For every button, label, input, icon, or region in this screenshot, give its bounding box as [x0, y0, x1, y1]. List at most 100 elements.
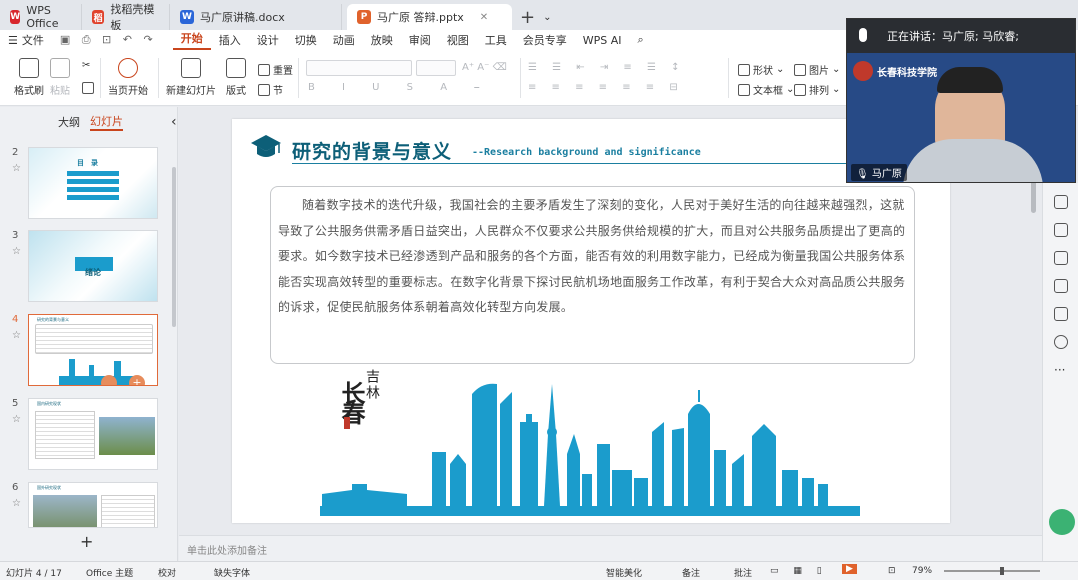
- shape-button[interactable]: 形状 ⌄: [738, 62, 784, 77]
- right-sidebar: ···: [1042, 183, 1078, 561]
- speaking-text: 正在讲话：马广原; 马欣睿;: [887, 30, 1019, 43]
- more-icon[interactable]: ···: [1054, 363, 1065, 377]
- format-painter-button[interactable]: 格式刷: [14, 58, 44, 97]
- menu-slideshow[interactable]: 放映: [363, 32, 401, 48]
- tab-wps-office[interactable]: W WPS Office: [0, 4, 82, 30]
- close-tab-icon[interactable]: ✕: [480, 12, 488, 23]
- menu-home[interactable]: 开始: [172, 30, 211, 50]
- slide-thumbnail-panel: 大纲 幻灯片 ‹ 2 ☆ 目 录 3 ☆ 绪论 4 ☆ 研究的背景与意义 + 5…: [0, 107, 178, 561]
- font-family-select[interactable]: [306, 60, 412, 76]
- layout-button[interactable]: 版式: [226, 58, 246, 97]
- menu-review[interactable]: 审阅: [401, 32, 439, 48]
- menu-wps-ai[interactable]: WPS AI: [575, 34, 630, 47]
- add-slide-button[interactable]: +: [80, 532, 93, 551]
- comments-toggle[interactable]: 批注: [734, 566, 752, 579]
- menu-animation[interactable]: 动画: [325, 32, 363, 48]
- zoom-slider[interactable]: [944, 570, 1040, 572]
- menu-file[interactable]: 文件: [20, 32, 52, 48]
- status-bar: 幻灯片 4 / 17 Office 主题 校对 缺失字体 智能美化 备注 批注 …: [0, 561, 1078, 580]
- paste-icon: [50, 58, 70, 78]
- tab-outline[interactable]: 大纲: [58, 114, 80, 130]
- star-icon[interactable]: ☆: [12, 330, 21, 341]
- star-icon[interactable]: ☆: [12, 414, 21, 425]
- menu-transition[interactable]: 切换: [287, 32, 325, 48]
- notes-placeholder[interactable]: 单击此处添加备注: [179, 535, 1042, 561]
- search-icon[interactable]: ⌕: [629, 33, 651, 47]
- animation-icon[interactable]: [1054, 279, 1068, 293]
- section-button[interactable]: 节: [258, 82, 283, 97]
- cut-icon[interactable]: ✂: [82, 60, 90, 71]
- school-name: 长春科技学院: [877, 68, 937, 79]
- paste-button[interactable]: 粘贴: [50, 58, 70, 97]
- divider: [520, 58, 521, 98]
- slide-thumbnail-2[interactable]: 目 录: [28, 147, 158, 219]
- reset-button[interactable]: 重置: [258, 62, 293, 77]
- slideshow-play-button[interactable]: ▶: [842, 564, 857, 574]
- new-tab-button[interactable]: +: [512, 4, 543, 30]
- help-icon[interactable]: [1054, 335, 1068, 349]
- person-hair: [937, 67, 1003, 93]
- notes-toggle[interactable]: 备注: [682, 566, 700, 579]
- font-grow-icon[interactable]: A⁺ A⁻ ⌫: [462, 62, 507, 73]
- proof-button[interactable]: 校对: [158, 566, 176, 579]
- zoom-slider-thumb[interactable]: [1000, 567, 1004, 575]
- divider: [298, 58, 299, 98]
- new-slide-button[interactable]: 新建幻灯片: [166, 58, 216, 97]
- menu-design[interactable]: 设计: [249, 32, 287, 48]
- collapse-panel-icon[interactable]: ‹: [171, 114, 177, 130]
- hamburger-menu-icon[interactable]: ☰: [0, 34, 20, 47]
- menu-member[interactable]: 会员专享: [515, 32, 575, 48]
- tab-docer-templates[interactable]: 稻 找稻壳模板: [82, 3, 170, 32]
- play-from-current-button[interactable]: 当页开始: [108, 58, 148, 97]
- star-icon[interactable]: ☆: [12, 498, 21, 509]
- arrange-button[interactable]: 排列 ⌄: [794, 82, 840, 97]
- tools-icon[interactable]: [1054, 223, 1068, 237]
- thumb-fab-icon[interactable]: [101, 375, 117, 385]
- tab-ppt-document[interactable]: P 马广原 答辩.pptx ✕: [347, 4, 512, 30]
- menu-insert[interactable]: 插入: [211, 32, 249, 48]
- align-tools[interactable]: ≡ ≡ ≡ ≡ ≡ ≡ ⊟: [528, 82, 684, 93]
- slide-title: 研究的背景与意义: [292, 141, 453, 163]
- view-mode-icons[interactable]: ▭ ▦ ▯: [770, 566, 828, 576]
- menu-tools[interactable]: 工具: [477, 32, 515, 48]
- slide-subtitle: --Research background and significance: [472, 147, 701, 158]
- thumbnail-scrollbar[interactable]: [172, 167, 176, 327]
- graduation-cap-icon: [251, 135, 281, 157]
- speaker-bar: 正在讲话：马广原; 马欣睿;: [847, 19, 1075, 53]
- clothes-icon[interactable]: [1054, 251, 1068, 265]
- layers-icon[interactable]: [1054, 195, 1068, 209]
- zoom-level[interactable]: 79%: [912, 566, 932, 576]
- tab-slides[interactable]: 幻灯片: [90, 113, 123, 131]
- body-text: 随着数字技术的迭代升级，我国社会的主要矛盾发生了深刻的变化，人民对于美好生活的向…: [278, 198, 906, 314]
- star-icon[interactable]: ☆: [12, 246, 21, 257]
- divider: [100, 58, 101, 98]
- tab-label: WPS Office: [26, 4, 59, 30]
- menu-view[interactable]: 视图: [439, 32, 477, 48]
- slide-thumbnail-4[interactable]: 研究的背景与意义 +: [28, 314, 158, 386]
- paragraph-tools[interactable]: ☰ ☰ ⇤ ⇥ ≡ ☰ ↕: [528, 62, 685, 73]
- thumb-add-icon[interactable]: +: [129, 375, 145, 385]
- meeting-video-overlay[interactable]: 正在讲话：马广原; 马欣睿; 长春科技学院 🎙 马广原: [846, 18, 1076, 183]
- current-slide[interactable]: 研究的背景与意义 --Research background and signi…: [232, 119, 950, 523]
- slide-thumbnail-5[interactable]: 国内研究现状: [28, 398, 158, 470]
- star-icon[interactable]: ☆: [12, 163, 21, 174]
- divider: [158, 58, 159, 98]
- format-painter-icon: [19, 58, 39, 78]
- missing-font-warning[interactable]: 缺失字体: [214, 566, 250, 579]
- tab-word-document[interactable]: W 马广原讲稿.docx: [170, 4, 342, 30]
- slide-thumbnail-6[interactable]: 国外研究现状: [28, 482, 158, 528]
- font-style-buttons[interactable]: B I U S A ⎯: [308, 82, 491, 93]
- assistant-icon[interactable]: [1049, 509, 1075, 535]
- tab-label: 马广原 答辩.pptx: [377, 11, 464, 24]
- picture-button[interactable]: 图片 ⌄: [794, 62, 840, 77]
- library-icon[interactable]: [1054, 307, 1068, 321]
- smart-beautify-button[interactable]: 智能美化: [606, 566, 642, 579]
- fit-window-icon[interactable]: ⊡: [888, 566, 896, 576]
- tab-label: 找稻壳模板: [110, 3, 155, 32]
- textbox-button[interactable]: 文本框 ⌄: [738, 82, 794, 97]
- tab-list-chevron-icon[interactable]: ⌄: [543, 4, 551, 30]
- slide-thumbnail-3[interactable]: 绪论: [28, 230, 158, 302]
- theme-name[interactable]: Office 主题: [86, 566, 133, 579]
- copy-icon[interactable]: [82, 82, 94, 94]
- font-size-select[interactable]: [416, 60, 456, 76]
